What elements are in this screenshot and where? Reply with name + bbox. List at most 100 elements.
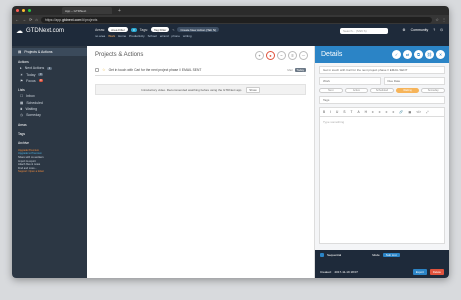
align-center-icon[interactable]: ≡ (379, 110, 381, 114)
area-filter-select[interactable]: Area Filter (108, 27, 128, 32)
hourglass-icon: ⧗ (20, 107, 23, 112)
action-name-field[interactable]: Get in touch with Carl for the next proj… (319, 66, 445, 74)
status-waiting[interactable]: Waiting (395, 88, 420, 93)
tag-filter-select[interactable]: Tag Filter (151, 27, 170, 32)
count-badge: 0 (38, 79, 44, 83)
tags-field[interactable]: Tags (319, 96, 445, 104)
star-icon[interactable]: ☆ (102, 67, 106, 72)
sun-icon: ☀ (20, 72, 24, 77)
forward-icon[interactable]: → (22, 17, 26, 22)
logo-text: GTDNext.com (26, 28, 65, 34)
strikethrough-icon[interactable]: S (343, 110, 345, 114)
copy-icon[interactable]: ⧉ (414, 50, 423, 59)
settings-gear-icon[interactable]: ⚙ (402, 28, 405, 32)
help-icon[interactable]: ? (433, 28, 435, 32)
maximize-window-icon[interactable] (28, 9, 31, 12)
task-title[interactable]: Get in touch with Carl for the next proj… (109, 68, 202, 72)
move-icon[interactable]: ⇄ (403, 50, 412, 59)
mode-select[interactable]: Sub List (382, 253, 400, 257)
text-color-icon[interactable]: A (357, 110, 359, 114)
folder-icon: ▤ (18, 50, 22, 54)
address-bar[interactable]: https://app. gtdnext.com/#/projects (40, 16, 433, 23)
mode-label: Mode (372, 253, 380, 257)
task-due-chip[interactable]: Today (294, 67, 306, 72)
back-icon[interactable]: ← (15, 17, 19, 22)
italic-icon[interactable]: I (330, 110, 331, 114)
export-button[interactable]: Export (412, 269, 427, 275)
support-link[interactable]: Support: Open a ticket (18, 170, 81, 174)
sidebar-item-areas[interactable]: Areas (12, 119, 87, 128)
community-link[interactable]: Community (411, 28, 429, 32)
link-insert-icon[interactable]: 🔗 (399, 110, 403, 114)
banner-text: Introductory video. Recommended watching… (141, 87, 243, 92)
browser-tabbar: App – GTDNext + (12, 6, 449, 15)
area-select[interactable]: Work (319, 77, 381, 85)
numbered-list-icon[interactable]: ≡ (393, 110, 395, 114)
close-window-icon[interactable] (16, 9, 19, 12)
fullscreen-icon[interactable]: ⤢ (426, 110, 429, 114)
sidebar-item-label: Focus (26, 78, 36, 83)
bookmark-star-icon[interactable]: ☆ (435, 17, 439, 22)
home-icon[interactable]: ⌂ (35, 17, 37, 22)
app-logo[interactable]: ☁ GTDNext.com (16, 27, 91, 35)
browser-window: App – GTDNext + ← → ⟳ ⌂ https://app. gtdn… (12, 6, 449, 278)
filter-toggle-icon[interactable]: ⌁ (172, 28, 174, 32)
close-icon[interactable]: ✕ (436, 50, 445, 59)
underline-icon[interactable]: U (336, 110, 338, 114)
sidebar-item-projects-actions[interactable]: ▤ Projects & Actions (12, 48, 87, 56)
logout-icon[interactable]: ⏻ (440, 28, 443, 32)
status-scheduled[interactable]: Scheduled (370, 88, 394, 93)
task-tag: Mail (287, 67, 293, 72)
sidebar-item-label: Next Actions (24, 66, 45, 71)
gtdnext-app: ☁ GTDNext.com Areas: Area Filter 0 Tags:… (12, 24, 449, 278)
crumb-school[interactable]: School (148, 34, 157, 38)
collapse-icon[interactable]: − (277, 51, 286, 60)
editor-toolbar: B I U S T A H ≡ ≡ ≡ ≡ 🔗 ▦ </> ⤢ (319, 107, 445, 117)
create-action-button[interactable]: Create New Action (Tab N) (177, 27, 219, 32)
align-left-icon[interactable]: ≡ (372, 110, 374, 114)
due-date-field[interactable]: Due Date (383, 77, 445, 85)
crumb-home[interactable]: Home (118, 34, 126, 38)
main-panel: Projects & Actions + ● − ≡ ⋯ ☆ Get in to… (87, 46, 314, 278)
more-icon[interactable]: ⋯ (299, 51, 308, 60)
status-active[interactable]: Active (344, 88, 369, 93)
details-footer: Sequential Mode Sub List Created: 2017-1… (315, 250, 449, 278)
minimize-window-icon[interactable] (22, 9, 25, 12)
menu-icon[interactable]: ⋮ (442, 17, 446, 22)
add-icon[interactable]: + (255, 51, 264, 60)
bullet-list-icon[interactable]: ≡ (386, 110, 388, 114)
search-input[interactable]: Search... (Shift S) (340, 28, 388, 34)
heading-icon[interactable]: H (365, 110, 367, 114)
text-size-icon[interactable]: T (350, 110, 352, 114)
crumb-work[interactable]: Work (108, 34, 115, 38)
focus-icon[interactable]: ● (266, 51, 275, 60)
show-video-button[interactable]: Show (246, 86, 260, 93)
task-checkbox[interactable] (95, 67, 99, 72)
intro-video-banner: Introductory video. Recommended watching… (95, 84, 306, 95)
area-due-row: Work Due Date (319, 77, 445, 85)
sidebar-item-tags[interactable]: Tags (12, 128, 87, 137)
browser-tab[interactable]: App – GTDNext (62, 7, 112, 14)
sidebar-item-label: Projects & Actions (24, 50, 53, 54)
crumb-no-area[interactable]: no area (95, 34, 105, 38)
notes-editor[interactable]: Type something (319, 117, 445, 244)
code-icon[interactable]: </> (416, 110, 421, 114)
crumb-errand[interactable]: errand (160, 34, 169, 38)
list-view-icon[interactable]: ≡ (288, 51, 297, 60)
crumb-phone[interactable]: phone (172, 34, 180, 38)
status-someday[interactable]: Someday (421, 88, 445, 93)
status-next[interactable]: Next (319, 88, 343, 93)
sidebar-item-archive[interactable]: Archive (12, 137, 87, 146)
link-icon[interactable]: ⛓ (425, 50, 434, 59)
table-row[interactable]: ☆ Get in touch with Carl for the next pr… (95, 67, 306, 76)
complete-icon[interactable]: ✓ (392, 50, 401, 59)
task-meta: Mail Today (287, 67, 306, 72)
table-icon[interactable]: ▦ (408, 110, 411, 114)
crumb-writing[interactable]: writing (183, 34, 192, 38)
sequential-checkbox[interactable] (320, 253, 324, 257)
reload-icon[interactable]: ⟳ (29, 17, 32, 22)
bold-icon[interactable]: B (323, 110, 325, 114)
delete-button[interactable]: Delete (429, 269, 444, 275)
crumb-productivity[interactable]: Productivity (129, 34, 145, 38)
new-tab-icon[interactable]: + (118, 8, 121, 14)
